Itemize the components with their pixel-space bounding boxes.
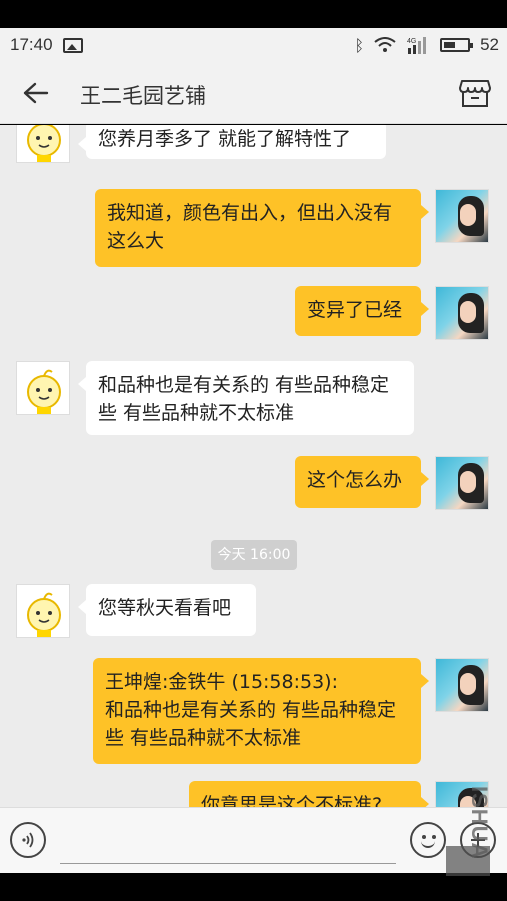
merchant-avatar[interactable] [16,584,70,638]
message-bubble[interactable]: 这个怎么办 [295,456,429,508]
input-bar [0,807,507,873]
arrow-left-icon [23,82,49,104]
merchant-avatar[interactable] [16,125,70,163]
battery-percent: 52 [480,35,499,54]
message-bubble[interactable]: 您等秋天看看吧 [78,584,256,636]
back-button[interactable] [16,76,56,110]
message-bubble[interactable]: 王坤煌:金铁牛 (15:58:53): 和品种也是有关系的 有些品种稳定些 有些… [93,658,429,764]
emoji-button[interactable] [410,822,446,858]
voice-icon [22,832,34,848]
message-bubble[interactable]: 和品种也是有关系的 有些品种稳定些 有些品种就不太标准 [78,361,414,435]
user-avatar[interactable] [435,286,489,340]
user-avatar[interactable] [435,189,489,243]
emoji-icon [422,835,426,839]
voice-button[interactable] [10,822,46,858]
battery-level [444,42,456,48]
chat-title: 王二毛园艺铺 [80,84,206,108]
watermark: ISHUA [467,786,492,860]
shop-icon[interactable] [459,78,491,108]
message-bubble[interactable]: 你意思是这个不标准? [189,781,429,807]
message-bubble[interactable]: 变异了已经 [295,286,429,336]
battery-icon [440,38,474,52]
chat-header: 王二毛园艺铺 [0,62,507,124]
message-bubble[interactable]: 您养月季多了 就能了解特性了 [78,125,386,159]
wifi-icon [374,37,396,52]
user-avatar[interactable] [435,456,489,510]
message-bubble[interactable]: 我知道，颜色有出入，但出入没有这么大 [95,189,429,267]
status-time: 17:40 [10,35,53,54]
status-icons: ᛒ 4G 52 [354,28,499,62]
timestamp-chip: 今天 16:00 [211,540,297,570]
network-type: 4G [407,38,416,45]
status-bar: 17:40 ᛒ 4G 52 [0,28,507,62]
message-input[interactable] [60,824,396,864]
merchant-avatar[interactable] [16,361,70,415]
message-list[interactable]: 您养月季多了 就能了解特性了 我知道，颜色有出入，但出入没有这么大 变异了已经 … [0,125,507,807]
signal-icon: 4G [407,37,427,54]
user-avatar[interactable] [435,658,489,712]
bluetooth-icon: ᛒ [354,35,365,55]
gallery-icon [62,37,83,53]
